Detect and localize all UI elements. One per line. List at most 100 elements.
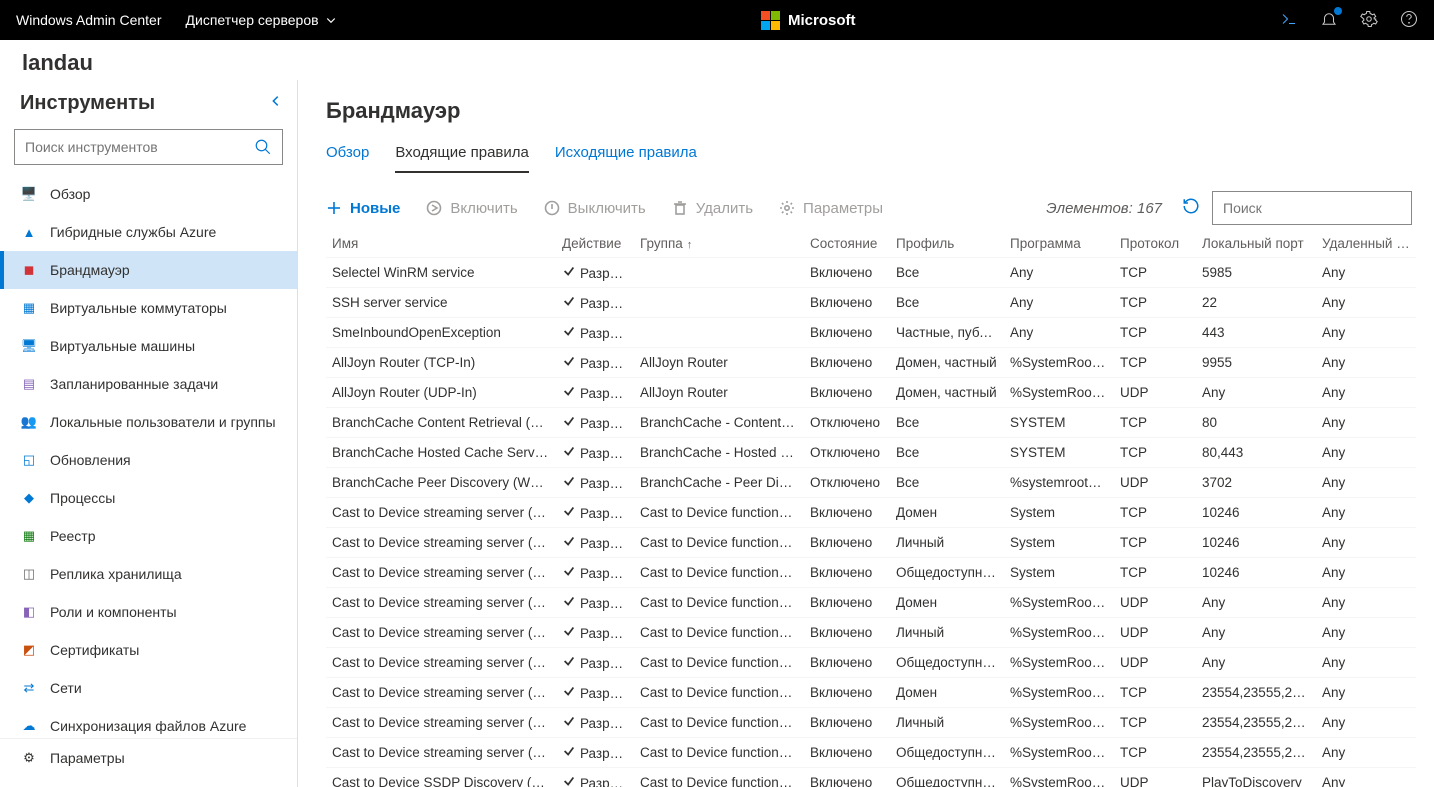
sidebar-item[interactable]: 👥 Локальные пользователи и группы xyxy=(0,403,297,441)
sidebar-item[interactable]: ◧ Роли и компоненты xyxy=(0,593,297,631)
new-button[interactable]: Новые xyxy=(326,200,400,217)
product-name[interactable]: Windows Admin Center xyxy=(16,12,162,28)
column-header[interactable]: Профиль xyxy=(890,230,1004,258)
refresh-icon[interactable] xyxy=(1182,197,1200,220)
powershell-icon[interactable] xyxy=(1280,10,1298,31)
table-row[interactable]: AllJoyn Router (TCP-In) Разре… AllJoyn R… xyxy=(326,348,1416,378)
cell-state: Включено xyxy=(804,738,890,768)
notifications-icon[interactable] xyxy=(1320,10,1338,31)
check-icon xyxy=(562,594,576,608)
sidebar-item[interactable]: ◫ Реплика хранилища xyxy=(0,555,297,593)
check-icon xyxy=(562,564,576,578)
table-row[interactable]: Cast to Device streaming server (RTSP… Р… xyxy=(326,708,1416,738)
sidebar-item[interactable]: 🖥 Виртуальные машины xyxy=(0,327,297,365)
table-row[interactable]: BranchCache Peer Discovery (WSD-In) Разр… xyxy=(326,468,1416,498)
sidebar-item[interactable]: ⇄ Сети xyxy=(0,669,297,707)
tool-icon: ◩ xyxy=(20,641,38,659)
column-header[interactable]: Действие xyxy=(556,230,634,258)
sidebar-item[interactable]: 🖥️ Обзор xyxy=(0,175,297,213)
disable-button[interactable]: Выключить xyxy=(544,200,646,217)
cell-rport: Any xyxy=(1316,348,1416,378)
table-row[interactable]: Cast to Device streaming server (HTTP… Р… xyxy=(326,558,1416,588)
check-icon xyxy=(562,504,576,518)
cell-protocol: UDP xyxy=(1114,378,1196,408)
table-row[interactable]: Cast to Device streaming server (HTTP… Р… xyxy=(326,498,1416,528)
sidebar-item[interactable]: ▤ Запланированные задачи xyxy=(0,365,297,403)
cell-name: Cast to Device SSDP Discovery (UDP-In) xyxy=(326,768,556,787)
help-icon[interactable] xyxy=(1400,10,1418,31)
column-header[interactable]: Имя xyxy=(326,230,556,258)
tool-search[interactable] xyxy=(14,129,283,165)
tool-icon: ▦ xyxy=(20,527,38,545)
topbar: Windows Admin Center Диспетчер серверов … xyxy=(0,0,1434,40)
delete-button[interactable]: Удалить xyxy=(672,200,753,217)
settings-icon[interactable] xyxy=(1360,10,1378,31)
sidebar-item[interactable]: ▲ Гибридные службы Azure xyxy=(0,213,297,251)
cell-protocol: UDP xyxy=(1114,618,1196,648)
column-header[interactable]: Локальный порт xyxy=(1196,230,1316,258)
notification-badge xyxy=(1333,6,1343,16)
cell-state: Включено xyxy=(804,588,890,618)
tab[interactable]: Исходящие правила xyxy=(555,144,697,173)
table-row[interactable]: SmeInboundOpenException Разре… Включено … xyxy=(326,318,1416,348)
check-icon xyxy=(562,624,576,638)
table-row[interactable]: Cast to Device streaming server (HTTP… Р… xyxy=(326,528,1416,558)
sidebar-item[interactable]: ◆ Процессы xyxy=(0,479,297,517)
sidebar-item-settings[interactable]: ⚙ Параметры xyxy=(0,739,297,777)
column-header[interactable]: Удаленный порт xyxy=(1316,230,1416,258)
sidebar-item-label: Обновления xyxy=(50,452,131,468)
table-row[interactable]: Cast to Device SSDP Discovery (UDP-In) Р… xyxy=(326,768,1416,787)
cell-rport: Any xyxy=(1316,438,1416,468)
table-row[interactable]: Cast to Device streaming server (RTCP… Р… xyxy=(326,588,1416,618)
disable-button-label: Выключить xyxy=(568,200,646,217)
table-search[interactable] xyxy=(1212,191,1412,225)
column-header[interactable]: Программа xyxy=(1004,230,1114,258)
cell-rport: Any xyxy=(1316,618,1416,648)
table-row[interactable]: Selectel WinRM service Разре… Включено В… xyxy=(326,258,1416,288)
sort-asc-icon: ↑ xyxy=(687,239,693,251)
cell-state: Включено xyxy=(804,678,890,708)
tool-icon: 🖥 xyxy=(20,337,38,355)
sidebar-item-label: Обзор xyxy=(50,186,90,202)
cell-group: Cast to Device functionality xyxy=(634,618,804,648)
cell-name: Selectel WinRM service xyxy=(326,258,556,288)
cell-action: Разре… xyxy=(556,648,634,678)
connection-type-menu[interactable]: Диспетчер серверов xyxy=(186,12,337,28)
table-row[interactable]: BranchCache Hosted Cache Server (H… Разр… xyxy=(326,438,1416,468)
cell-group xyxy=(634,258,804,288)
column-header[interactable]: Группа↑ xyxy=(634,230,804,258)
sidebar-item[interactable]: ▦ Виртуальные коммутаторы xyxy=(0,289,297,327)
table-row[interactable]: Cast to Device streaming server (RTSP… Р… xyxy=(326,678,1416,708)
sidebar-item[interactable]: ▦ Реестр xyxy=(0,517,297,555)
table-search-input[interactable] xyxy=(1223,200,1404,216)
tab[interactable]: Обзор xyxy=(326,144,369,173)
column-header[interactable]: Состояние xyxy=(804,230,890,258)
table-row[interactable]: Cast to Device streaming server (RTCP… Р… xyxy=(326,618,1416,648)
collapse-sidebar-icon[interactable] xyxy=(269,94,283,113)
table-row[interactable]: Cast to Device streaming server (RTSP… Р… xyxy=(326,738,1416,768)
table-header-row: ИмяДействиеГруппа↑СостояниеПрофильПрогра… xyxy=(326,230,1416,258)
table-row[interactable]: Cast to Device streaming server (RTCP… Р… xyxy=(326,648,1416,678)
sidebar-item[interactable]: ◱ Обновления xyxy=(0,441,297,479)
cell-action: Разре… xyxy=(556,468,634,498)
table-row[interactable]: SSH server service Разре… Включено Все A… xyxy=(326,288,1416,318)
tab[interactable]: Входящие правила xyxy=(395,144,529,173)
settings-button[interactable]: Параметры xyxy=(779,200,883,217)
tool-search-input[interactable] xyxy=(25,139,254,155)
enable-button[interactable]: Включить xyxy=(426,200,517,217)
cell-protocol: UDP xyxy=(1114,588,1196,618)
tool-icon: ▲ xyxy=(20,223,38,241)
sidebar-item[interactable]: ☁ Синхронизация файлов Azure xyxy=(0,707,297,738)
column-header[interactable]: Протокол xyxy=(1114,230,1196,258)
table-row[interactable]: BranchCache Content Retrieval (HTTP-… Ра… xyxy=(326,408,1416,438)
check-icon xyxy=(562,714,576,728)
cell-rport: Any xyxy=(1316,468,1416,498)
sidebar-item[interactable]: ◼ Брандмауэр xyxy=(0,251,297,289)
cell-profile: Все xyxy=(890,438,1004,468)
cell-state: Включено xyxy=(804,318,890,348)
cell-action: Разре… xyxy=(556,708,634,738)
sidebar-item[interactable]: ◩ Сертификаты xyxy=(0,631,297,669)
table-row[interactable]: AllJoyn Router (UDP-In) Разре… AllJoyn R… xyxy=(326,378,1416,408)
cell-profile: Общедоступные xyxy=(890,738,1004,768)
enable-button-label: Включить xyxy=(450,200,517,217)
